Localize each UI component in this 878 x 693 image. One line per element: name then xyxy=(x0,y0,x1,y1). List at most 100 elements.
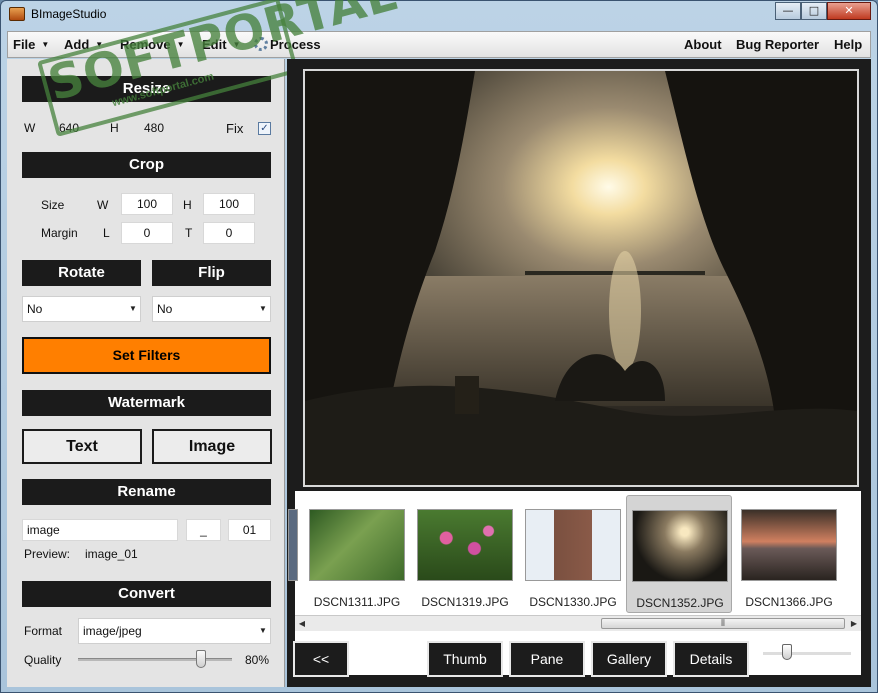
scrollbar-thumb[interactable]: ⦀ xyxy=(601,618,845,629)
zoom-slider[interactable] xyxy=(763,652,851,655)
rotate-header: Rotate xyxy=(22,260,141,286)
resize-header: Resize xyxy=(22,76,271,102)
title-bar: BImageStudio — □ ✕ xyxy=(1,1,877,29)
set-filters-button[interactable]: Set Filters xyxy=(22,337,271,374)
menu-process[interactable]: Process xyxy=(254,37,321,52)
thumbnail-image xyxy=(525,509,621,581)
rename-name-input[interactable]: image xyxy=(22,519,178,541)
watermark-text-button[interactable]: Text xyxy=(22,429,142,464)
menu-add[interactable]: Add ▼ xyxy=(64,37,103,52)
viewer-area: DSCN1311.JPG DSCN1319.JPG DSCN1330.JPG D… xyxy=(287,59,871,687)
flip-select-value: No xyxy=(157,302,173,316)
crop-left-input[interactable]: 0 xyxy=(121,222,173,244)
zoom-slider-thumb[interactable] xyxy=(782,644,792,660)
rename-header: Rename xyxy=(22,479,271,505)
thumbnail-image xyxy=(309,509,405,581)
thumbnail-item-selected[interactable]: DSCN1352.JPG xyxy=(626,495,732,613)
window-title: BImageStudio xyxy=(31,7,107,21)
app-icon xyxy=(9,7,25,21)
partial-thumbnail[interactable] xyxy=(288,495,300,613)
preview-value: image_01 xyxy=(85,547,138,561)
thumb-view-button[interactable]: Thumb xyxy=(427,641,503,677)
thumbnail-caption: DSCN1352.JPG xyxy=(636,596,724,610)
crop-w-label: W xyxy=(97,198,109,212)
thumbnail-image xyxy=(417,509,513,581)
thumbnail-item[interactable]: DSCN1319.JPG xyxy=(412,495,518,613)
resize-h-label: H xyxy=(110,121,119,135)
menu-remove[interactable]: Remove ▼ xyxy=(120,37,185,52)
gear-icon xyxy=(254,37,268,51)
maximize-button[interactable]: □ xyxy=(801,2,827,20)
menu-edit[interactable]: Edit ▼ xyxy=(202,37,240,52)
watermark-header: Watermark xyxy=(22,390,271,416)
menu-add-label: Add xyxy=(64,37,90,52)
watermark-image-button[interactable]: Image xyxy=(152,429,272,464)
thumbnail-item[interactable]: DSCN1330.JPG xyxy=(520,495,626,613)
back-button[interactable]: << xyxy=(293,641,349,677)
fix-checkbox[interactable]: ✓ xyxy=(258,122,271,135)
crop-height-input[interactable]: 100 xyxy=(203,193,255,215)
thumbnail-caption: DSCN1330.JPG xyxy=(529,595,617,609)
menu-remove-label: Remove xyxy=(120,37,171,52)
chevron-down-icon: ▼ xyxy=(232,40,241,49)
thumbnail-scrollbar[interactable]: ◀ ⦀ ▶ xyxy=(295,615,861,631)
minimize-button[interactable]: — xyxy=(775,2,801,20)
menu-file[interactable]: File ▼ xyxy=(13,37,49,52)
thumbnail-caption: DSCN1311.JPG xyxy=(313,595,401,609)
crop-l-label: L xyxy=(103,226,110,240)
menu-edit-label: Edit xyxy=(202,37,227,52)
scroll-left-icon[interactable]: ◀ xyxy=(295,616,309,631)
scroll-right-icon[interactable]: ▶ xyxy=(847,616,861,631)
thumbnail-image xyxy=(741,509,837,581)
menu-file-label: File xyxy=(13,37,36,52)
app-window: BImageStudio — □ ✕ File ▼ Add ▼ Remove ▼ Ed… xyxy=(0,0,878,693)
crop-margin-label: Margin xyxy=(41,226,78,240)
crop-t-label: T xyxy=(185,226,193,240)
chevron-down-icon: ▼ xyxy=(259,304,267,313)
details-view-button[interactable]: Details xyxy=(673,641,749,677)
format-select[interactable]: image/jpeg ▼ xyxy=(78,618,271,644)
rename-separator-input[interactable]: _ xyxy=(186,519,221,541)
preview-label: Preview: xyxy=(24,547,71,561)
crop-width-input[interactable]: 100 xyxy=(121,193,173,215)
quality-slider-thumb[interactable] xyxy=(196,650,207,668)
convert-header: Convert xyxy=(22,581,271,607)
settings-panel: Resize W 640 H 480 Fix ✓ Crop Size W 100… xyxy=(7,59,285,687)
crop-size-label: Size xyxy=(41,198,65,212)
chevron-down-icon: ▼ xyxy=(129,304,137,313)
main-image-preview xyxy=(303,69,859,487)
rotate-select[interactable]: No ▼ xyxy=(22,296,141,322)
close-button[interactable]: ✕ xyxy=(827,2,871,20)
crop-h-label: H xyxy=(183,198,192,212)
flip-header: Flip xyxy=(152,260,271,286)
quality-value: 80% xyxy=(245,653,270,667)
rename-start-input[interactable]: 01 xyxy=(228,519,271,541)
format-label: Format xyxy=(24,624,63,638)
thumbnail-item[interactable]: DSCN1366.JPG xyxy=(736,495,842,613)
pane-view-button[interactable]: Pane xyxy=(509,641,585,677)
gallery-view-button[interactable]: Gallery xyxy=(591,641,667,677)
chevron-down-icon: ▼ xyxy=(41,40,50,49)
thumbnail-caption: DSCN1366.JPG xyxy=(745,595,833,609)
thumbnail-image xyxy=(632,510,728,582)
chevron-down-icon: ▼ xyxy=(95,40,104,49)
menu-about[interactable]: About xyxy=(684,37,722,52)
thumbnail-item[interactable]: DSCN1311.JPG xyxy=(304,495,410,613)
chevron-down-icon: ▼ xyxy=(259,626,267,635)
menu-process-label: Process xyxy=(270,37,321,52)
resize-w-label: W xyxy=(24,121,36,135)
resize-h-value[interactable]: 480 xyxy=(144,121,164,135)
menu-bar: File ▼ Add ▼ Remove ▼ Edit ▼ Process About B… xyxy=(7,31,871,58)
resize-w-value[interactable]: 640 xyxy=(59,121,79,135)
menu-help[interactable]: Help xyxy=(834,37,862,52)
fix-label: Fix xyxy=(226,121,244,136)
flip-select[interactable]: No ▼ xyxy=(152,296,271,322)
menu-bug-reporter[interactable]: Bug Reporter xyxy=(736,37,819,52)
thumbnail-caption: DSCN1319.JPG xyxy=(421,595,509,609)
rotate-select-value: No xyxy=(27,302,43,316)
chevron-down-icon: ▼ xyxy=(176,40,185,49)
format-select-value: image/jpeg xyxy=(83,624,142,638)
quality-slider[interactable] xyxy=(78,658,232,661)
crop-top-input[interactable]: 0 xyxy=(203,222,255,244)
crop-header: Crop xyxy=(22,152,271,178)
